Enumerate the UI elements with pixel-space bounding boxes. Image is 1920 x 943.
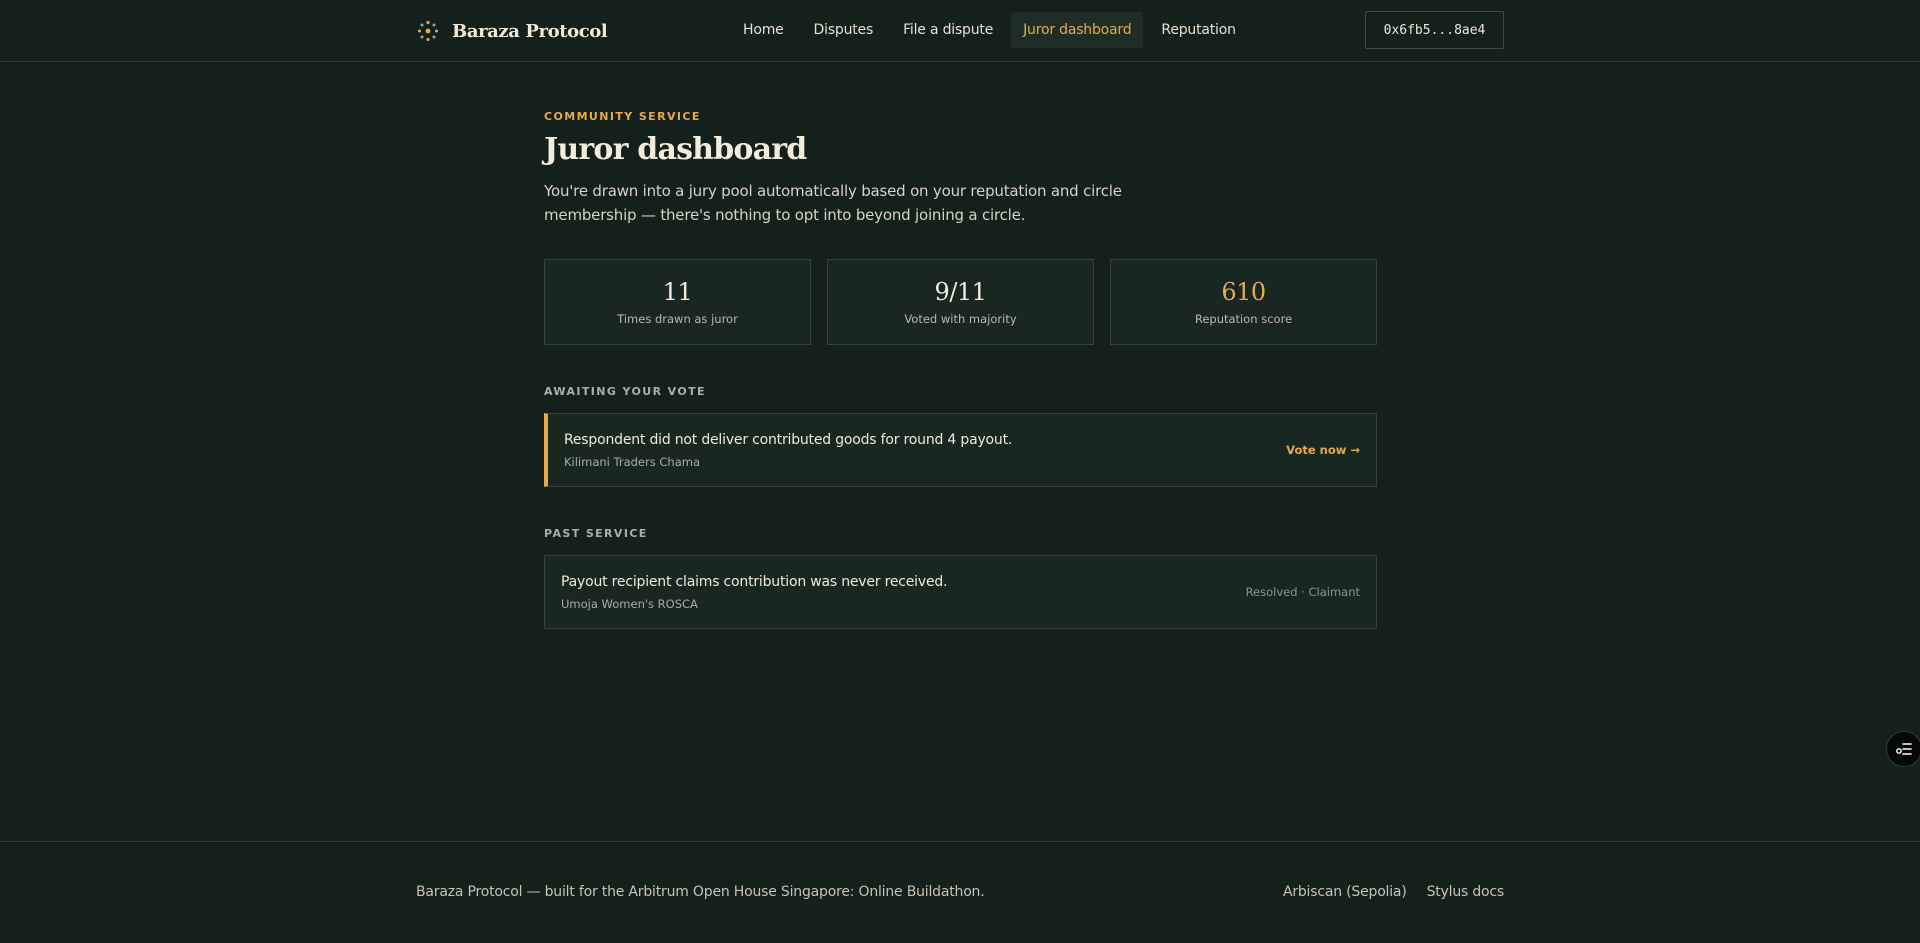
footer-link-arbiscan[interactable]: Arbiscan (Sepolia): [1283, 884, 1407, 900]
settings-toggle-icon[interactable]: [1886, 731, 1920, 767]
stats-row: 11 Times drawn as juror 9/11 Voted with …: [544, 259, 1377, 345]
stat-value: 11: [662, 278, 693, 306]
footer: Baraza Protocol — built for the Arbitrum…: [0, 841, 1920, 943]
top-navigation-bar: Baraza Protocol Home Disputes File a dis…: [0, 0, 1920, 62]
vote-now-link[interactable]: Vote now →: [1286, 443, 1360, 457]
stat-label: Reputation score: [1194, 312, 1293, 326]
nav-juror-dashboard[interactable]: Juror dashboard: [1011, 12, 1144, 48]
awaiting-vote-heading: AWAITING YOUR VOTE: [544, 385, 706, 398]
baraza-logo-icon: [416, 19, 440, 43]
past-dispute-card[interactable]: Payout recipient claims contribution was…: [544, 555, 1377, 629]
past-service-heading: PAST SERVICE: [544, 527, 648, 540]
page-description: You're drawn into a jury pool automatica…: [544, 182, 1122, 224]
footer-links: Arbiscan (Sepolia) Stylus docs: [1283, 884, 1504, 900]
main-nav: Home Disputes File a dispute Juror dashb…: [731, 12, 1248, 48]
nav-home[interactable]: Home: [731, 12, 796, 48]
pending-dispute-card[interactable]: Respondent did not deliver contributed g…: [544, 413, 1377, 487]
stat-value: 610: [1221, 278, 1266, 306]
stat-reputation-score: 610 Reputation score: [1110, 259, 1377, 345]
dispute-title: Payout recipient claims contribution was…: [561, 574, 948, 590]
wallet-address-button[interactable]: 0x6fb5...8ae4: [1365, 11, 1504, 49]
dispute-circle: Umoja Women's ROSCA: [561, 597, 698, 611]
footer-link-stylus-docs[interactable]: Stylus docs: [1427, 884, 1505, 900]
main-content: COMMUNITY SERVICE Juror dashboard You're…: [544, 110, 1377, 629]
stat-label: Times drawn as juror: [617, 312, 738, 326]
dispute-status: Resolved · Claimant: [1245, 585, 1360, 599]
stat-voted-majority: 9/11 Voted with majority: [827, 259, 1094, 345]
brand[interactable]: Baraza Protocol: [416, 17, 608, 45]
brand-name: Baraza Protocol: [452, 20, 608, 42]
nav-file-dispute[interactable]: File a dispute: [891, 12, 1005, 48]
page-title: Juror dashboard: [544, 132, 807, 167]
dispute-circle: Kilimani Traders Chama: [564, 455, 700, 469]
stat-times-drawn: 11 Times drawn as juror: [544, 259, 811, 345]
nav-reputation[interactable]: Reputation: [1149, 12, 1247, 48]
stat-label: Voted with majority: [904, 312, 1017, 326]
footer-note: Baraza Protocol — built for the Arbitrum…: [416, 884, 985, 900]
dispute-title: Respondent did not deliver contributed g…: [564, 432, 1013, 448]
nav-disputes[interactable]: Disputes: [802, 12, 886, 48]
stat-value: 9/11: [934, 278, 987, 306]
section-eyebrow: COMMUNITY SERVICE: [544, 110, 701, 123]
